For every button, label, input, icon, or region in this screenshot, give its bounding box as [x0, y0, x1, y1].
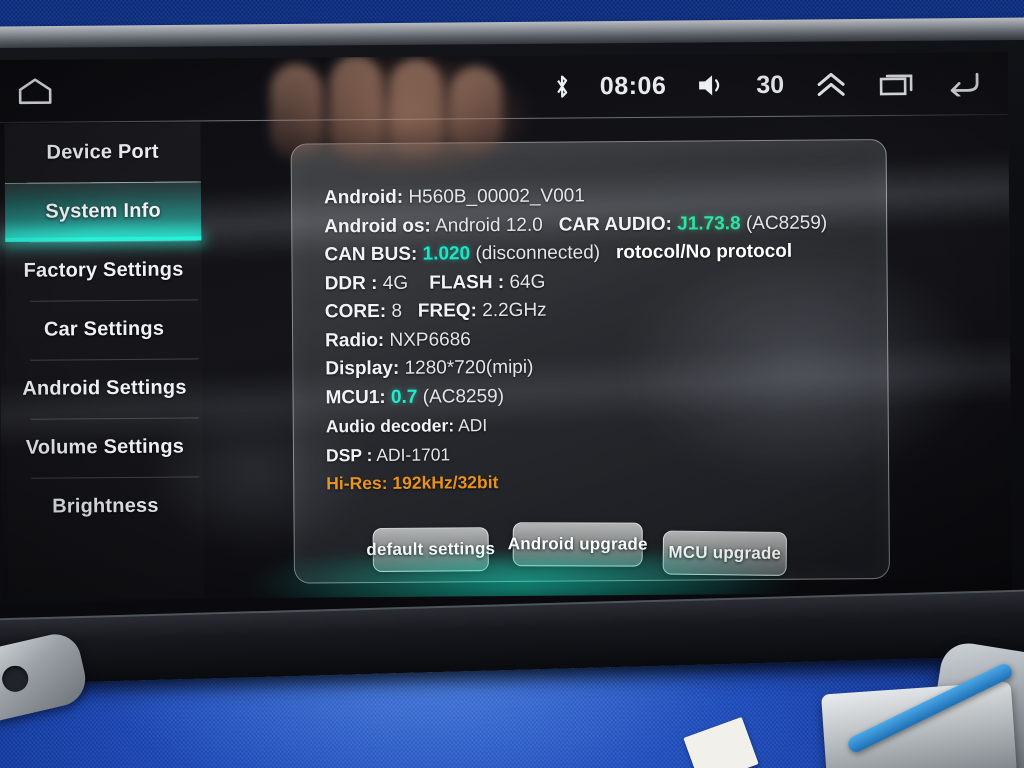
row-radio: Radio: NXP6686 — [325, 323, 869, 356]
can-bus-value: 1.020 — [422, 243, 471, 265]
android-upgrade-label: Android upgrade — [507, 534, 648, 554]
sidebar-item-label: Volume Settings — [25, 435, 185, 459]
display-key: Display: — [325, 357, 400, 380]
key-hole — [0, 663, 31, 695]
car-audio-key: CAR AUDIO: — [558, 213, 673, 236]
core-key: CORE: — [324, 300, 387, 323]
bluetooth-icon[interactable] — [554, 73, 570, 99]
double-chevron-up-icon[interactable] — [814, 70, 848, 98]
volume-level: 30 — [756, 70, 785, 99]
home-icon — [16, 76, 54, 106]
hires-label: Hi-Res: 192kHz/32bit — [326, 472, 499, 494]
sidebar-item-label: Android Settings — [22, 376, 187, 400]
row-audio-decoder: Audio decoder: ADI — [326, 408, 870, 441]
mcu-upgrade-label: MCU upgrade — [668, 542, 782, 563]
sidebar-item-label: Factory Settings — [23, 258, 184, 282]
sidebar-item-label: Brightness — [52, 494, 159, 518]
head-unit-screen: 08:06 30 Device Port System Info Factory… — [0, 52, 1013, 600]
sidebar-item-label: System Info — [45, 199, 161, 223]
flash-value: 64G — [509, 271, 546, 293]
sidebar-item-volume-settings[interactable]: Volume Settings — [7, 417, 203, 478]
row-android-os: Android os: Android 12.0 CAR AUDIO: J1.7… — [324, 209, 868, 242]
sidebar-item-label: Car Settings — [43, 317, 165, 341]
sidebar-item-factory-settings[interactable]: Factory Settings — [5, 240, 201, 301]
radio-value: NXP6686 — [389, 328, 471, 351]
row-can-bus: CAN BUS: 1.020 (disconnected) rotocol/No… — [324, 237, 868, 270]
core-value: 8 — [391, 300, 403, 322]
default-settings-button[interactable]: default settings — [366, 527, 495, 573]
status-bar: 08:06 30 — [0, 52, 1008, 122]
sidebar-item-system-info[interactable]: System Info — [4, 181, 202, 242]
audio-decoder-value: ADI — [457, 415, 488, 436]
speaker-icon[interactable] — [696, 72, 726, 98]
ddr-key: DDR : — [324, 272, 378, 294]
android-os-key: Android os: — [324, 215, 431, 237]
can-bus-state: (disconnected) — [475, 242, 601, 265]
clock-time: 08:06 — [599, 71, 667, 100]
panel-buttons: default settings Android upgrade MCU upg… — [294, 512, 888, 576]
display-value: 1280*720(mipi) — [404, 356, 534, 379]
car-audio-value: J1.73.8 — [677, 212, 741, 235]
white-connector-plug — [821, 681, 1017, 768]
row-mcu1: MCU1: 0.7 (AC8259) — [325, 380, 869, 413]
mcu-upgrade-button[interactable]: MCU upgrade — [662, 530, 788, 576]
system-info-rows: Android: H560B_00002_V001 Android os: An… — [324, 180, 870, 498]
sidebar-item-label: Device Port — [46, 140, 159, 164]
android-key: Android: — [323, 186, 404, 209]
sidebar-item-car-settings[interactable]: Car Settings — [6, 299, 202, 360]
flash-key: FLASH : — [429, 271, 505, 294]
android-value: H560B_00002_V001 — [408, 185, 585, 208]
dsp-value: ADI-1701 — [376, 443, 451, 465]
ddr-value: 4G — [382, 272, 409, 294]
system-info-panel: Android: H560B_00002_V001 Android os: An… — [290, 138, 890, 584]
row-core-freq: CORE: 8 FREQ: 2.2GHz — [325, 294, 869, 327]
sidebar-item-device-port[interactable]: Device Port — [4, 122, 200, 183]
radio-key: Radio: — [325, 329, 385, 351]
photo-scene: 08:06 30 Device Port System Info Factory… — [0, 0, 1024, 768]
back-arrow-icon[interactable] — [946, 70, 982, 97]
can-bus-key: CAN BUS: — [324, 243, 418, 266]
mcu1-key: MCU1: — [325, 386, 386, 408]
sidebar-item-brightness[interactable]: Brightness — [7, 476, 203, 537]
home-button[interactable] — [16, 76, 54, 106]
sidebar-item-android-settings[interactable]: Android Settings — [6, 358, 202, 419]
can-bus-protocol: rotocol/No protocol — [615, 240, 793, 264]
row-display: Display: 1280*720(mipi) — [325, 351, 869, 384]
audio-decoder-key: Audio decoder: — [325, 415, 455, 437]
mcu1-value: 0.7 — [390, 386, 418, 408]
row-ddr-flash: DDR : 4G FLASH : 64G — [325, 266, 869, 299]
row-hires: Hi-Res: 192kHz/32bit — [326, 465, 870, 498]
car-audio-chip: (AC8259) — [745, 211, 828, 234]
row-android: Android: H560B_00002_V001 — [324, 180, 868, 213]
row-dsp: DSP : ADI-1701 — [326, 437, 870, 470]
freq-value: 2.2GHz — [482, 299, 547, 322]
dsp-key: DSP : — [325, 444, 373, 465]
settings-sidebar: Device Port System Info Factory Settings… — [4, 122, 205, 600]
recents-icon[interactable] — [878, 71, 916, 97]
mcu1-chip: (AC8259) — [422, 385, 505, 408]
freq-key: FREQ: — [417, 300, 478, 322]
android-os-value: Android 12.0 — [434, 214, 543, 237]
default-settings-label: default settings — [366, 539, 496, 560]
android-upgrade-button[interactable]: Android upgrade — [508, 522, 648, 567]
